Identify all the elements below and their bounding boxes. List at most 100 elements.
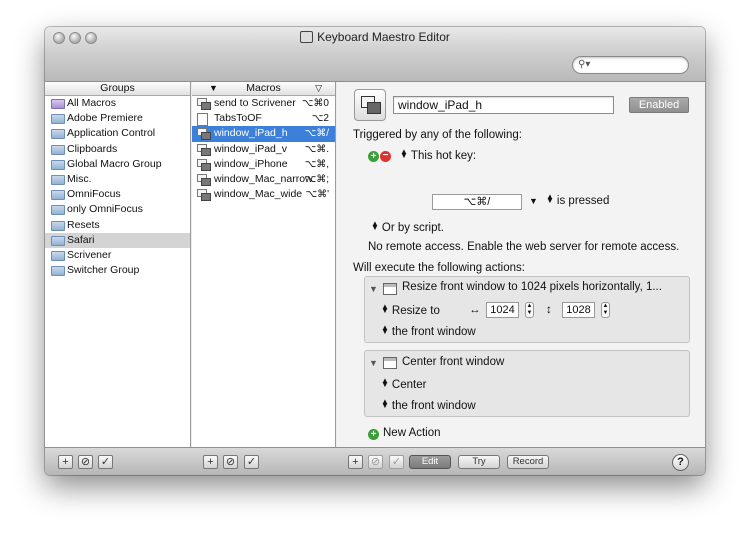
macro-item[interactable]: TabsToOF ⌥2 — [192, 111, 335, 127]
edit-button[interactable]: Edit — [409, 455, 451, 469]
macro-name-field[interactable]: window_iPad_h — [393, 96, 614, 114]
bottom-toolbar: + ⊘ ✓ + ⊘ ✓ + ⊘ ✓ Edit Try Record ? — [45, 447, 705, 475]
add-action-button[interactable]: + — [348, 455, 363, 469]
groups-list: All Macros Adobe Premiere Application Cont… — [45, 96, 190, 278]
add-trigger-icon[interactable]: + — [368, 151, 379, 162]
group-label: only OmniFocus — [67, 203, 143, 216]
macro-label: window_iPad_v — [214, 142, 287, 155]
enabled-button[interactable]: Enabled — [629, 97, 689, 113]
target-window-popup[interactable]: ▲ ▼ the front window — [381, 397, 476, 413]
macros-column-header[interactable]: ▼ Macros ▽ — [192, 82, 335, 96]
add-group-button[interactable]: + — [58, 455, 73, 469]
macro-icon[interactable] — [354, 89, 386, 121]
group-item[interactable]: Scrivener — [45, 248, 190, 263]
macro-item[interactable]: window_Mac_narrow ⌥⌘; — [192, 172, 335, 187]
new-action-icon[interactable]: + — [368, 429, 379, 440]
macro-item[interactable]: window_iPad_h ⌥⌘/ — [192, 126, 335, 142]
resize-to-popup[interactable]: ▲ ▼ Resize to — [381, 302, 440, 318]
group-label: Global Macro Group — [67, 157, 162, 170]
macro-icon — [197, 158, 211, 171]
add-macro-button[interactable]: + — [203, 455, 218, 469]
folder-icon — [51, 250, 65, 261]
help-button[interactable]: ? — [672, 454, 689, 471]
triggered-label: Triggered by any of the following: — [353, 129, 522, 141]
height-stepper[interactable]: ▲ ▼ — [601, 302, 610, 318]
folder-icon — [51, 159, 65, 170]
title-bar: Keyboard Maestro Editor ⚲▾ — [45, 27, 705, 82]
macro-label: window_iPad_h — [214, 127, 288, 140]
folder-icon — [51, 144, 65, 155]
group-item[interactable]: Clipboards — [45, 142, 190, 157]
disable-macro-button[interactable]: ⊘ — [223, 455, 238, 469]
disable-group-button[interactable]: ⊘ — [78, 455, 93, 469]
macro-hotkey: ⌥⌘, — [304, 158, 329, 170]
hotkey-menu-arrow-icon[interactable]: ▼ — [529, 196, 538, 206]
enable-action-button[interactable]: ✓ — [389, 455, 404, 469]
group-item[interactable]: Global Macro Group — [45, 157, 190, 172]
try-button[interactable]: Try — [458, 455, 500, 469]
disclosure-triangle-icon[interactable]: ▼ — [369, 284, 378, 294]
window-icon — [383, 283, 397, 295]
enable-group-button[interactable]: ✓ — [98, 455, 113, 469]
window-icon — [383, 357, 397, 369]
hotkey-sort-icon[interactable]: ▽ — [315, 82, 322, 95]
trigger-type-popup[interactable]: ▲ ▼ This hot key: — [400, 147, 476, 163]
group-label: Resets — [67, 218, 100, 231]
popup-arrows-icon: ▲ ▼ — [381, 376, 389, 389]
height-field[interactable]: 1028 — [562, 302, 595, 318]
disclosure-triangle-icon[interactable]: ▼ — [369, 358, 378, 368]
macro-hotkey: ⌥⌘; — [304, 173, 329, 185]
macros-header-label: Macros — [246, 82, 281, 94]
width-field[interactable]: 1024 — [486, 302, 519, 318]
macro-hotkey: ⌥2 — [311, 113, 329, 125]
macro-hotkey: ⌥⌘' — [305, 189, 329, 201]
hotkey-field[interactable]: ⌥⌘/ — [432, 194, 522, 210]
group-item[interactable]: Safari — [45, 232, 190, 248]
group-item[interactable]: only OmniFocus — [45, 202, 190, 217]
width-stepper[interactable]: ▲ ▼ — [525, 302, 534, 318]
group-item[interactable]: Resets — [45, 218, 190, 233]
enable-macro-button[interactable]: ✓ — [244, 455, 259, 469]
groups-column-header[interactable]: Groups — [45, 82, 190, 96]
pressed-popup[interactable]: ▲ ▼ is pressed — [546, 193, 609, 208]
action-resize-window[interactable]: ▼ Resize front window to 1024 pixels hor… — [364, 276, 690, 343]
macro-item[interactable]: window_Mac_wide ⌥⌘' — [192, 187, 335, 202]
group-label: Adobe Premiere — [67, 112, 143, 125]
macro-hotkey: ⌥⌘. — [304, 143, 329, 155]
will-execute-label: Will execute the following actions: — [353, 262, 525, 274]
macro-item[interactable]: window_iPad_v ⌥⌘. — [192, 142, 335, 157]
popup-arrows-icon: ▲ ▼ — [381, 397, 389, 410]
new-action-button[interactable]: New Action — [383, 427, 441, 439]
folder-icon — [51, 190, 65, 201]
macro-item[interactable]: send to Scrivener ⌥⌘0 — [192, 96, 335, 111]
folder-icon — [51, 129, 65, 140]
macro-label: window_Mac_wide — [214, 188, 303, 201]
target-window-popup[interactable]: ▲ ▼ the front window — [381, 324, 476, 339]
macro-item[interactable]: window_iPhone ⌥⌘, — [192, 157, 335, 172]
search-field[interactable]: ⚲▾ — [572, 56, 689, 74]
group-item[interactable]: Adobe Premiere — [45, 111, 190, 126]
macro-hotkey: ⌥⌘0 — [301, 98, 329, 109]
group-label: OmniFocus — [67, 188, 121, 201]
group-item[interactable]: Switcher Group — [45, 263, 190, 278]
groups-pane: Groups All Macros Adobe Premiere Applicati… — [45, 82, 191, 447]
group-label: All Macros — [67, 97, 117, 109]
remove-trigger-icon[interactable]: − — [380, 151, 391, 162]
group-item[interactable]: OmniFocus — [45, 187, 190, 202]
center-popup[interactable]: ▲ ▼ Center — [381, 376, 426, 392]
macro-label: send to Scrivener — [214, 97, 296, 109]
or-by-script-popup[interactable]: ▲ ▼ Or by script. — [371, 220, 444, 235]
sort-triangle-icon[interactable]: ▼ — [209, 82, 218, 95]
popup-arrows-icon: ▲ ▼ — [381, 302, 389, 315]
group-item[interactable]: Application Control — [45, 126, 190, 141]
group-label: Safari — [67, 233, 95, 246]
folder-icon — [51, 235, 65, 246]
disable-action-button[interactable]: ⊘ — [368, 455, 383, 469]
folder-icon — [51, 99, 65, 109]
group-item[interactable]: All Macros — [45, 96, 190, 111]
popup-arrows-icon: ▲ ▼ — [400, 147, 408, 160]
action-center-window[interactable]: ▼ Center front window ▲ ▼ Center ▲ ▼ the fro… — [364, 350, 690, 417]
group-label: Scrivener — [67, 248, 112, 261]
record-button[interactable]: Record — [507, 455, 549, 469]
group-item[interactable]: Misc. — [45, 172, 190, 187]
